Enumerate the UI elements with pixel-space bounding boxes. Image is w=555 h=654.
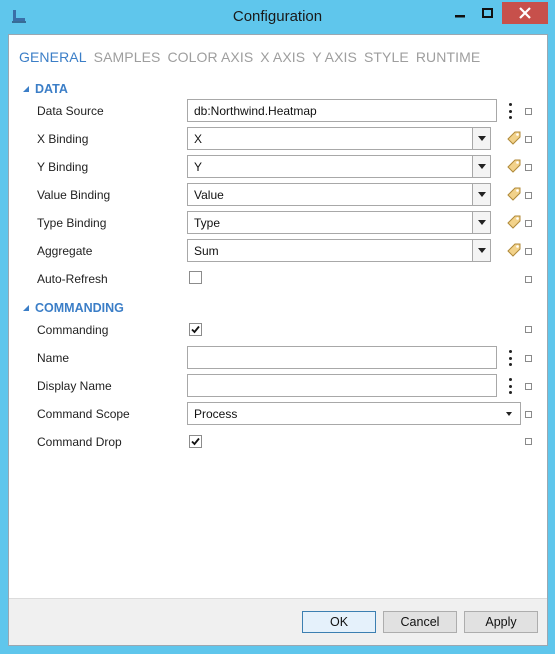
tab-samples[interactable]: SAMPLES (94, 49, 161, 69)
y-binding-value: Y (194, 160, 203, 174)
type-binding-combo[interactable]: Type (187, 211, 491, 234)
commanding-section-title: COMMANDING (35, 301, 124, 315)
y-binding-label: Y Binding (37, 160, 89, 174)
value-binding-combo[interactable]: Value (187, 183, 491, 206)
type-binding-label: Type Binding (37, 216, 107, 230)
maximize-button[interactable] (474, 2, 501, 24)
name-option-box[interactable] (525, 355, 532, 362)
x-binding-tag-icon[interactable] (506, 130, 522, 146)
command-drop-option-box[interactable] (525, 438, 532, 445)
command-scope-value: Process (194, 407, 238, 421)
value-binding-label: Value Binding (37, 188, 111, 202)
command-drop-checkbox[interactable] (189, 435, 202, 448)
aggregate-dropdown-icon[interactable] (472, 240, 490, 261)
value-binding-dropdown-icon[interactable] (472, 184, 490, 205)
type-binding-tag-icon[interactable] (506, 214, 522, 230)
y-binding-dropdown-icon[interactable] (472, 156, 490, 177)
ok-button[interactable]: OK (302, 611, 376, 633)
type-binding-option-box[interactable] (525, 220, 532, 227)
value-binding-option-box[interactable] (525, 192, 532, 199)
commanding-option-box[interactable] (525, 326, 532, 333)
tab-style[interactable]: STYLE (364, 49, 409, 69)
tab-x-axis[interactable]: X AXIS (260, 49, 305, 69)
data-section-title: DATA (35, 82, 68, 96)
tab-general[interactable]: GENERAL (19, 49, 87, 69)
checkmark-icon (191, 437, 200, 446)
aggregate-tag-icon[interactable] (506, 242, 522, 258)
x-binding-dropdown-icon[interactable] (472, 128, 490, 149)
checkmark-icon (191, 325, 200, 334)
name-more-icon[interactable] (507, 350, 513, 366)
data-section-header[interactable]: DATA (23, 81, 68, 97)
display-name-label: Display Name (37, 379, 112, 393)
aggregate-label: Aggregate (37, 244, 93, 258)
auto-refresh-option-box[interactable] (525, 276, 532, 283)
y-binding-option-box[interactable] (525, 164, 532, 171)
data-source-option-box[interactable] (525, 108, 532, 115)
aggregate-option-box[interactable] (525, 248, 532, 255)
name-input[interactable] (187, 346, 497, 369)
commanding-label: Commanding (37, 323, 109, 337)
name-label: Name (37, 351, 70, 365)
tab-runtime[interactable]: RUNTIME (416, 49, 480, 69)
x-binding-option-box[interactable] (525, 136, 532, 143)
title-bar[interactable]: Configuration (0, 0, 555, 34)
y-binding-tag-icon[interactable] (506, 158, 522, 174)
value-binding-value: Value (194, 188, 224, 202)
y-binding-combo[interactable]: Y (187, 155, 491, 178)
chevron-down-icon (506, 412, 512, 416)
commanding-section-header[interactable]: COMMANDING (23, 300, 124, 316)
apply-button[interactable]: Apply (464, 611, 538, 633)
minimize-icon (454, 15, 465, 18)
auto-refresh-checkbox[interactable] (189, 271, 202, 284)
display-name-more-icon[interactable] (507, 378, 513, 394)
tab-strip: GENERAL SAMPLES COLOR AXIS X AXIS Y AXIS… (19, 49, 480, 69)
minimize-button[interactable] (446, 2, 473, 24)
x-binding-value: X (194, 132, 203, 146)
x-binding-combo[interactable]: X (187, 127, 491, 150)
tab-y-axis[interactable]: Y AXIS (312, 49, 357, 69)
commanding-checkbox[interactable] (189, 323, 202, 336)
aggregate-value: Sum (194, 244, 219, 258)
maximize-icon (482, 8, 493, 18)
command-scope-option-box[interactable] (525, 411, 532, 418)
type-binding-dropdown-icon[interactable] (472, 212, 490, 233)
type-binding-value: Type (194, 216, 221, 230)
aggregate-combo[interactable]: Sum (187, 239, 491, 262)
data-source-more-icon[interactable] (507, 103, 513, 119)
collapse-triangle-icon (23, 305, 29, 311)
data-source-label: Data Source (37, 104, 104, 118)
value-binding-tag-icon[interactable] (506, 186, 522, 202)
close-button[interactable] (502, 2, 548, 24)
display-name-option-box[interactable] (525, 383, 532, 390)
command-scope-label: Command Scope (37, 407, 130, 421)
command-scope-select[interactable]: Process (187, 402, 521, 425)
display-name-input[interactable] (187, 374, 497, 397)
auto-refresh-label: Auto-Refresh (37, 272, 108, 286)
collapse-triangle-icon (23, 86, 29, 92)
x-binding-label: X Binding (37, 132, 89, 146)
tab-color-axis[interactable]: COLOR AXIS (167, 49, 253, 69)
dialog-content: GENERAL SAMPLES COLOR AXIS X AXIS Y AXIS… (8, 34, 548, 646)
data-source-field[interactable]: db:Northwind.Heatmap (187, 99, 497, 122)
cancel-button[interactable]: Cancel (383, 611, 457, 633)
dialog-footer: OK Cancel Apply (9, 598, 547, 645)
configuration-window: Configuration GENERAL SAMPLES COLOR AXIS… (0, 0, 555, 654)
command-drop-label: Command Drop (37, 435, 122, 449)
close-icon (519, 7, 531, 19)
